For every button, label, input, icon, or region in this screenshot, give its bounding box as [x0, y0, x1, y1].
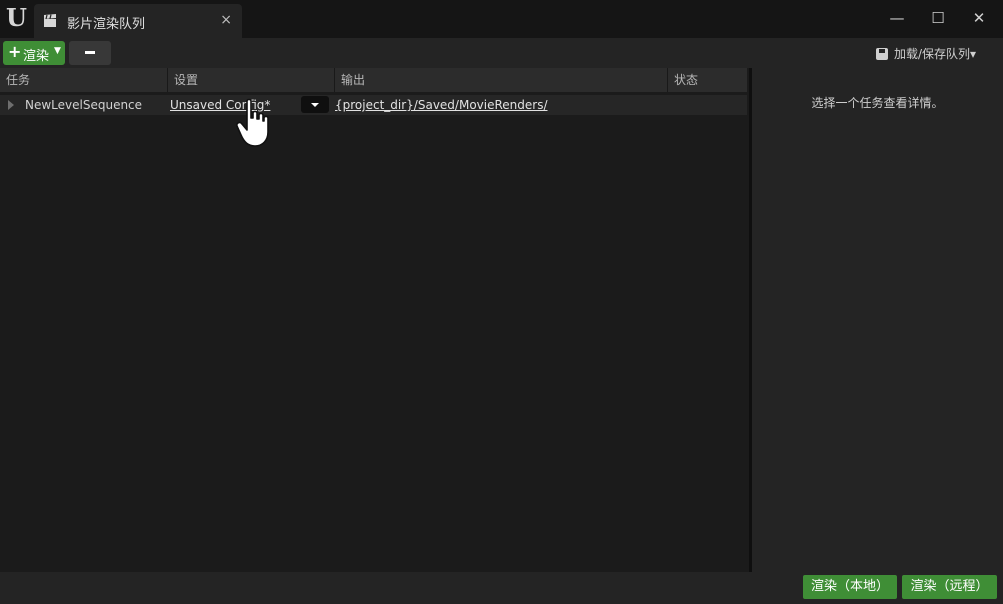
column-header-job[interactable]: 任务: [0, 68, 168, 92]
minus-icon: [85, 51, 95, 54]
minimize-button[interactable]: —: [880, 6, 914, 30]
table-row[interactable]: NewLevelSequence Unsaved Config* {projec…: [0, 95, 747, 115]
chevron-down-icon: ▼: [54, 46, 61, 56]
clapperboard-icon: [44, 14, 56, 27]
tab-movie-render-queue[interactable]: 影片渲染队列 ×: [34, 4, 242, 38]
column-header-status[interactable]: 状态: [668, 68, 747, 92]
title-bar: U 影片渲染队列 × — ☐ ✕: [0, 0, 1003, 38]
details-hint-text: 选择一个任务查看详情。: [811, 96, 944, 110]
maximize-button[interactable]: ☐: [921, 6, 955, 30]
details-panel: 选择一个任务查看详情。: [752, 68, 1003, 572]
render-add-button[interactable]: + 渲染 ▼: [3, 41, 65, 65]
config-dropdown-button[interactable]: [301, 96, 329, 113]
unreal-logo-icon[interactable]: U: [6, 5, 30, 31]
load-save-queue-button[interactable]: 加载/保存队列▾: [876, 45, 976, 62]
bottom-bar: 渲染（本地） 渲染（远程）: [0, 572, 1003, 604]
plus-icon: +: [8, 42, 22, 61]
remove-job-button[interactable]: [69, 41, 111, 65]
load-save-queue-label: 加载/保存队列▾: [894, 47, 977, 61]
job-name: NewLevelSequence: [25, 98, 143, 112]
tab-title: 影片渲染队列: [67, 17, 146, 32]
floppy-disk-icon: [876, 48, 888, 60]
column-header-output[interactable]: 输出: [335, 68, 668, 92]
tab-close-icon[interactable]: ×: [220, 12, 232, 28]
render-add-label: 渲染: [23, 49, 50, 64]
render-local-button[interactable]: 渲染（本地）: [803, 575, 897, 599]
column-header-settings[interactable]: 设置: [168, 68, 335, 92]
expand-arrow-icon[interactable]: [8, 100, 14, 110]
close-window-button[interactable]: ✕: [962, 6, 996, 30]
table-header: 任务 设置 输出 状态: [0, 68, 747, 92]
output-path-link[interactable]: {project_dir}/Saved/MovieRenders/: [335, 98, 548, 112]
toolbar: + 渲染 ▼ 加载/保存队列▾: [0, 38, 1003, 68]
render-remote-button[interactable]: 渲染（远程）: [902, 575, 997, 599]
hand-pointer-cursor-icon: [236, 98, 269, 147]
job-list-panel: 任务 设置 输出 状态 NewLevelSequence Unsaved Con…: [0, 68, 749, 572]
